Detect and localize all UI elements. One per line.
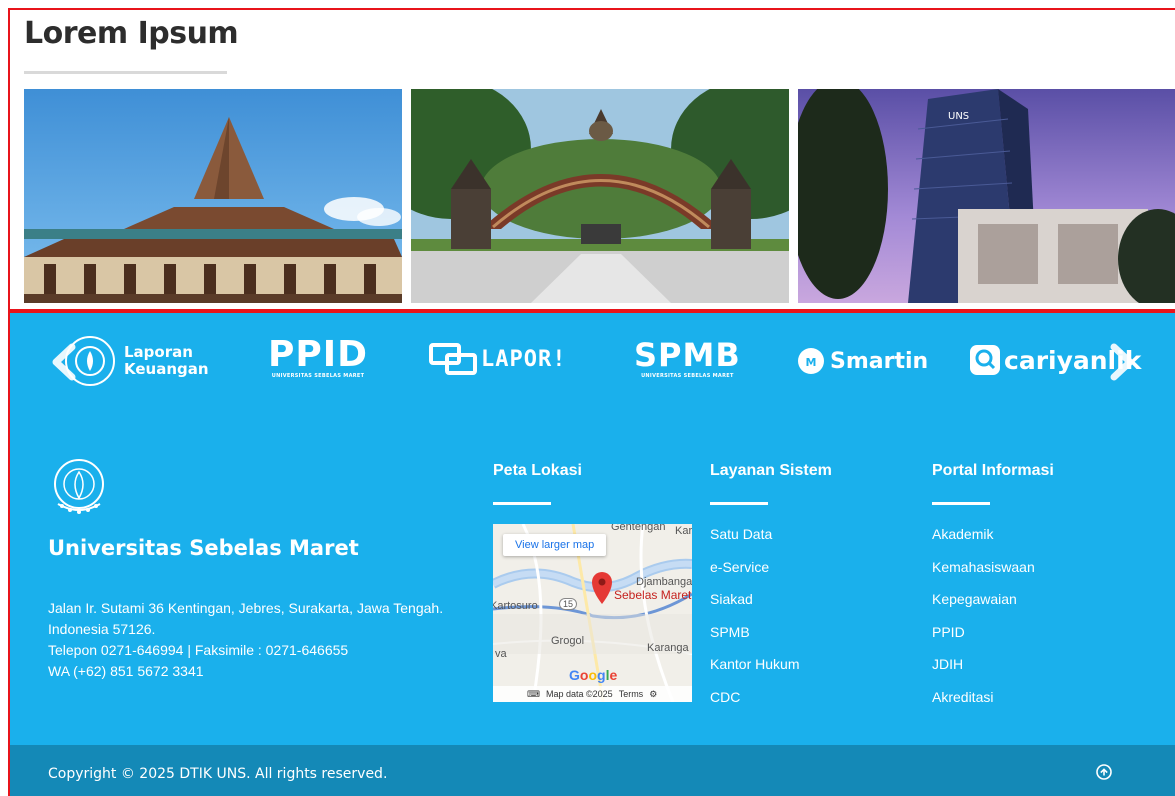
- lapor-chat-icon: [429, 343, 477, 375]
- location-map[interactable]: View larger map Gentengan Kara Djambanga…: [493, 524, 692, 702]
- map-attribution-bar: ⌨ Map data ©2025 Terms ⚙: [493, 686, 692, 702]
- spmb-label: SPMB: [634, 336, 741, 374]
- footer-link-satu-data[interactable]: Satu Data: [710, 524, 799, 557]
- copyright-text: Copyright © 2025 DTIK UNS. All rights re…: [48, 766, 388, 782]
- gallery-title: Lorem Ipsum: [24, 16, 239, 51]
- address-line: Indonesia 57126.: [48, 621, 156, 637]
- footer-link-ppid[interactable]: PPID: [932, 622, 1035, 655]
- smartin-label: Smartin: [830, 348, 929, 374]
- spmb-logo[interactable]: SPMB UNIVERSITAS SEBELAS MARET: [634, 337, 741, 379]
- layanan-section-title: Layanan Sistem: [710, 462, 832, 479]
- route-badge: 15: [559, 598, 578, 610]
- partner-logo-carousel: Laporan Keuangan PPID UNIVERSITAS SEBELA…: [10, 313, 1175, 408]
- smartin-icon: M: [798, 348, 824, 374]
- layanan-links: Satu Data e-Service Siakad SPMB Kantor H…: [710, 524, 799, 719]
- university-address: Jalan Ir. Sutami 36 Kentingan, Jebres, S…: [48, 598, 478, 682]
- ppid-logo[interactable]: PPID UNIVERSITAS SEBELAS MARET: [268, 334, 369, 380]
- report-icon[interactable]: ⚙: [649, 689, 657, 700]
- footer-link-kantor-hukum[interactable]: Kantor Hukum: [710, 654, 799, 687]
- chevron-right-icon[interactable]: [1106, 343, 1140, 381]
- map-place-label: Kara: [675, 525, 692, 537]
- portal-links: Akademik Kemahasiswaan Kepegawaian PPID …: [932, 524, 1035, 719]
- uns-logo-icon: [54, 459, 104, 514]
- footer-link-spmb[interactable]: SPMB: [710, 622, 799, 655]
- footer-link-akademik[interactable]: Akademik: [932, 524, 1035, 557]
- svg-text:UNS: UNS: [948, 111, 969, 122]
- scroll-to-top-icon[interactable]: [1096, 764, 1112, 780]
- modern-tower-photo[interactable]: UNS: [798, 89, 1175, 303]
- footer-link-kemahasiswaan[interactable]: Kemahasiswaan: [932, 557, 1035, 590]
- map-place-label: va: [495, 648, 507, 660]
- view-larger-map-button[interactable]: View larger map: [503, 534, 607, 556]
- lapor-label: LAPOR!: [481, 346, 567, 372]
- svg-text:M: M: [806, 356, 817, 369]
- whatsapp-line: WA (+62) 851 5672 3341: [48, 663, 204, 679]
- lapor-logo[interactable]: LAPOR!: [429, 343, 566, 375]
- title-accent-bar: [710, 502, 768, 505]
- footer-link-kepegawaian[interactable]: Kepegawaian: [932, 589, 1035, 622]
- footer-link-jdih[interactable]: JDIH: [932, 654, 1035, 687]
- spmb-sub-label: UNIVERSITAS SEBELAS MARET: [641, 373, 734, 379]
- title-underline: [24, 71, 227, 74]
- smartin-logo[interactable]: M Smartin: [797, 347, 928, 375]
- map-place-label: Djambanga: [636, 576, 692, 588]
- footer-link-siakad[interactable]: Siakad: [710, 589, 799, 622]
- gallery-section: Lorem Ipsum UNS: [8, 8, 1175, 311]
- phone-line: Telepon 0271-646994 | Faksimile : 0271-6…: [48, 642, 349, 658]
- university-name: Universitas Sebelas Maret: [48, 536, 359, 560]
- site-footer: Laporan Keuangan PPID UNIVERSITAS SEBELA…: [8, 311, 1175, 796]
- footer-link-e-service[interactable]: e-Service: [710, 557, 799, 590]
- uns-seal-icon: [65, 336, 115, 386]
- keuangan-label: Keuangan: [124, 360, 209, 378]
- map-data-label: Map data ©2025: [546, 689, 613, 699]
- address-line: Jalan Ir. Sutami 36 Kentingan, Jebres, S…: [48, 600, 444, 616]
- traditional-building-photo[interactable]: [24, 89, 402, 303]
- footer-link-akreditasi[interactable]: Akreditasi: [932, 687, 1035, 720]
- map-place-label: Grogol: [551, 635, 585, 647]
- map-section-title: Peta Lokasi: [493, 462, 582, 479]
- university-gate-photo[interactable]: [411, 89, 789, 303]
- keyboard-icon[interactable]: ⌨: [527, 689, 540, 700]
- ppid-label: PPID: [268, 334, 369, 375]
- laporan-label: Laporan: [124, 343, 193, 361]
- cariyanlik-search-icon: [970, 345, 1000, 375]
- map-place-label: Kartosuro: [493, 600, 538, 612]
- title-accent-bar: [932, 502, 990, 505]
- map-place-label: Karanga: [647, 642, 689, 654]
- laporan-keuangan-logo[interactable]: Laporan Keuangan: [62, 333, 209, 389]
- ppid-sub-label: UNIVERSITAS SEBELAS MARET: [271, 373, 365, 379]
- map-place-label: Gentengan: [611, 524, 666, 533]
- map-pin-label: Sebelas Maret: [614, 588, 692, 602]
- title-accent-bar: [493, 502, 551, 505]
- portal-section-title: Portal Informasi: [932, 462, 1054, 479]
- copyright-bar: Copyright © 2025 DTIK UNS. All rights re…: [10, 745, 1175, 796]
- footer-link-cdc[interactable]: CDC: [710, 687, 799, 720]
- google-logo: Google: [569, 667, 618, 683]
- map-terms-link[interactable]: Terms: [619, 689, 644, 699]
